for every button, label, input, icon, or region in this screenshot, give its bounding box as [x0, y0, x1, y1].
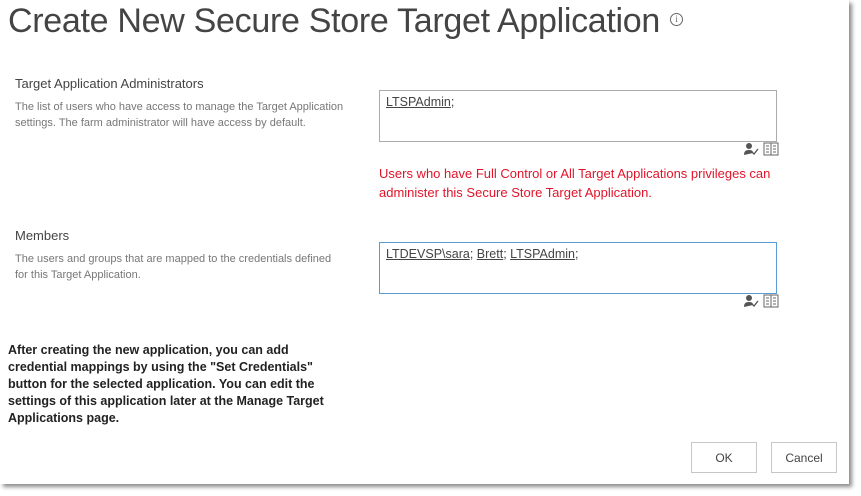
members-label: Members — [15, 228, 70, 243]
member-entry[interactable]: LTDEVSP\sara — [386, 247, 470, 261]
ok-button[interactable]: OK — [691, 442, 757, 473]
browse-directory-icon[interactable] — [763, 142, 779, 156]
check-names-icon[interactable] — [743, 294, 759, 308]
admins-description: The list of users who have access to man… — [15, 101, 344, 129]
member-entry[interactable]: Brett — [477, 247, 503, 261]
members-people-picker[interactable]: LTDEVSP\sara; Brett; LTSPAdmin; — [379, 242, 777, 294]
browse-directory-icon[interactable] — [763, 294, 779, 308]
check-names-icon[interactable] — [743, 142, 759, 156]
page-title: Create New Secure Store Target Applicati… — [8, 2, 684, 41]
members-picker-icons — [743, 294, 779, 308]
admins-picker-icons — [743, 142, 779, 156]
admins-label: Target Application Administrators — [15, 76, 204, 91]
cancel-button[interactable]: Cancel — [771, 442, 837, 473]
permission-warning: Users who have Full Control or All Targe… — [379, 166, 771, 200]
info-icon[interactable]: i — [670, 12, 684, 26]
admin-entry[interactable]: LTSPAdmin — [386, 95, 451, 109]
member-entry[interactable]: LTSPAdmin — [510, 247, 575, 261]
admins-people-picker[interactable]: LTSPAdmin; — [379, 90, 777, 142]
instructions-note: After creating the new application, you … — [8, 343, 324, 425]
members-description: The users and groups that are mapped to … — [15, 253, 332, 281]
dialog-panel: Create New Secure Store Target Applicati… — [0, 0, 849, 484]
